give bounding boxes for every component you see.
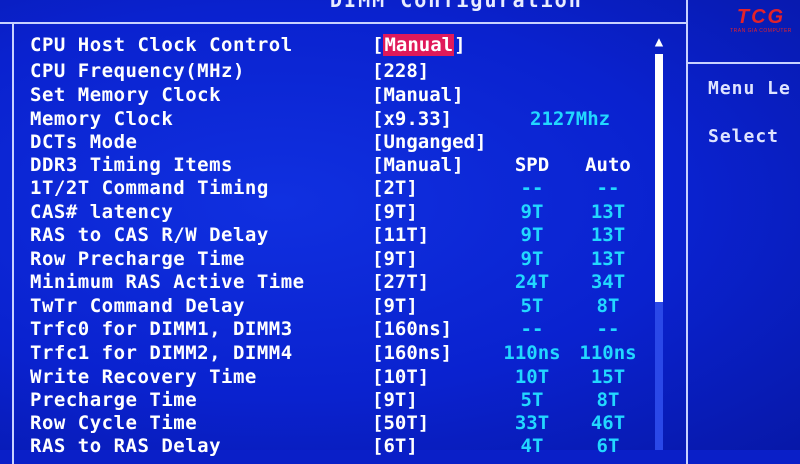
setting-value[interactable]: [Manual] [372,154,464,176]
setting-row[interactable]: Row Cycle Time [50T] 33T 46T [30,412,660,436]
spd-value: 24T [514,271,550,293]
auto-value: -- [596,318,620,340]
auto-value: 46T [590,412,626,434]
setting-value[interactable]: [6T] [372,435,418,457]
setting-value[interactable]: [Manual] [372,84,464,106]
setting-label: TwTr Command Delay [30,295,245,317]
scroll-up-icon[interactable]: ▲ [652,34,666,50]
spd-value: 4T [520,435,544,457]
setting-value[interactable]: [228] [372,60,429,82]
setting-label: 1T/2T Command Timing [30,177,269,199]
auto-value: 110ns [579,342,637,364]
setting-label: CPU Host Clock Control [30,34,293,56]
auto-value: -- [596,177,620,199]
scroll-track[interactable] [655,54,663,450]
setting-label: CAS# latency [30,201,174,223]
spd-value: 33T [514,412,550,434]
setting-row[interactable]: DDR3 Timing Items [Manual] SPD Auto [30,154,660,178]
setting-row[interactable]: 1T/2T Command Timing [2T] -- -- [30,177,660,201]
setting-value[interactable]: [2T] [372,177,418,199]
setting-value[interactable]: [9T] [372,201,418,223]
logo-subtext: TRAN GIA COMPUTER [730,28,792,34]
auto-value: 13T [590,201,626,223]
setting-value[interactable]: [160ns] [372,318,452,340]
help-panel: Menu Le Select [686,0,800,450]
setting-extra-value: 2127Mhz [530,108,611,130]
setting-row[interactable]: Trfc1 for DIMM2, DIMM4 [160ns] 110ns 110ns [30,342,660,366]
help-line-select: Select [708,126,780,147]
setting-label: Set Memory Clock [30,84,222,106]
spd-value: 10T [514,366,550,388]
spd-value: -- [520,177,544,199]
setting-row[interactable]: CPU Host Clock Control [Manual] [30,34,660,58]
bracket-close: ] [454,34,466,56]
setting-label: DDR3 Timing Items [30,154,233,176]
spd-column-header: SPD [514,154,550,176]
setting-row[interactable]: Write Recovery Time [10T] 10T 15T [30,366,660,390]
setting-row[interactable]: RAS to RAS Delay [6T] 4T 6T [30,435,660,459]
setting-value[interactable]: [9T] [372,389,418,411]
spd-value: -- [520,318,544,340]
setting-label: Memory Clock [30,108,174,130]
setting-label: Trfc0 for DIMM1, DIMM3 [30,318,293,340]
setting-row[interactable]: RAS to CAS R/W Delay [11T] 9T 13T [30,224,660,248]
setting-row[interactable]: TwTr Command Delay [9T] 5T 8T [30,295,660,319]
setting-label: Row Cycle Time [30,412,198,434]
setting-label: Minimum RAS Active Time [30,271,305,293]
setting-label: Precharge Time [30,389,198,411]
setting-row[interactable]: CPU Frequency(MHz) [228] [30,60,660,84]
setting-label: Write Recovery Time [30,366,257,388]
setting-row[interactable]: DCTs Mode [Unganged] [30,131,660,155]
auto-value: 6T [596,435,620,457]
auto-value: 8T [596,295,620,317]
scrollbar[interactable]: ▲ [652,34,666,450]
auto-value: 8T [596,389,620,411]
help-divider [688,62,800,64]
setting-row[interactable]: Minimum RAS Active Time [27T] 24T 34T [30,271,660,295]
setting-value[interactable]: [Manual] [372,34,466,56]
spd-value: 5T [520,389,544,411]
setting-value[interactable]: [50T] [372,412,429,434]
setting-row[interactable]: Memory Clock [x9.33] 2127Mhz [30,108,660,132]
setting-label: CPU Frequency(MHz) [30,60,245,82]
auto-value: 34T [590,271,626,293]
setting-label: DCTs Mode [30,131,138,153]
setting-value[interactable]: [9T] [372,248,418,270]
setting-row[interactable]: Precharge Time [9T] 5T 8T [30,389,660,413]
auto-value: 15T [590,366,626,388]
setting-value[interactable]: [27T] [372,271,429,293]
setting-value[interactable]: [10T] [372,366,429,388]
spd-value: 5T [520,295,544,317]
setting-value[interactable]: [11T] [372,224,429,246]
setting-row[interactable]: CAS# latency [9T] 9T 13T [30,201,660,225]
help-line-menu: Menu Le [708,78,791,99]
setting-value[interactable]: [x9.33] [372,108,452,130]
setting-row[interactable]: Row Precharge Time [9T] 9T 13T [30,248,660,272]
setting-label: Trfc1 for DIMM2, DIMM4 [30,342,293,364]
selected-value[interactable]: Manual [383,34,455,56]
setting-label: Row Precharge Time [30,248,245,270]
setting-row[interactable]: Set Memory Clock [Manual] [30,84,660,108]
setting-row[interactable]: Trfc0 for DIMM1, DIMM3 [160ns] -- -- [30,318,660,342]
spd-value: 9T [520,224,544,246]
spd-value: 9T [520,248,544,270]
scroll-thumb[interactable] [655,54,663,302]
spd-value: 9T [520,201,544,223]
setting-value[interactable]: [Unganged] [372,131,486,153]
spd-value: 110ns [503,342,561,364]
auto-value: 13T [590,224,626,246]
setting-label: RAS to RAS Delay [30,435,222,457]
setting-label: RAS to CAS R/W Delay [30,224,269,246]
auto-column-header: Auto [585,154,631,176]
bracket-open: [ [372,34,384,56]
bios-screen: DIMM Configuration CPU Host Clock Contro… [0,0,800,464]
auto-value: 13T [590,248,626,270]
setting-value[interactable]: [160ns] [372,342,452,364]
setting-value[interactable]: [9T] [372,295,418,317]
window-title: DIMM Configuration [330,0,583,12]
